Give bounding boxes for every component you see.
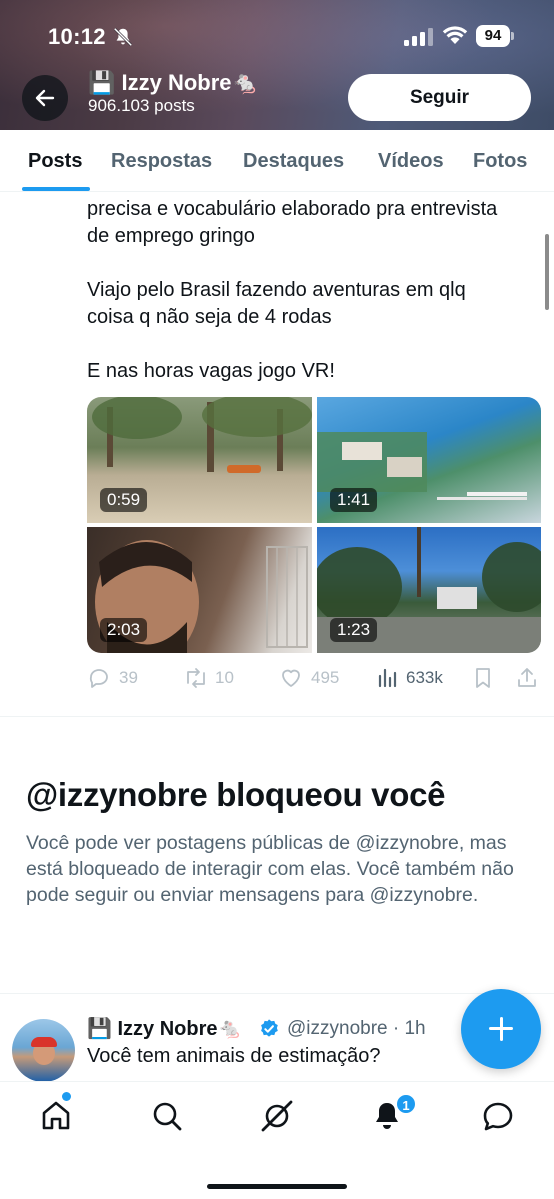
home-icon[interactable] — [38, 1098, 74, 1134]
tab-highlights[interactable]: Destaques — [243, 150, 344, 173]
profile-tabs: Posts Respostas Destaques Vídeos Fotos — [0, 130, 554, 192]
divider — [0, 716, 554, 717]
tab-replies[interactable]: Respostas — [111, 150, 212, 173]
blocked-description: Você pode ver postagens públicas de @izz… — [26, 832, 514, 906]
grok-icon[interactable] — [259, 1098, 295, 1134]
video-thumbnail[interactable]: 1:23 — [317, 527, 541, 653]
post-text-line: Viajo pelo Brasil fazendo aventuras em q… — [87, 279, 466, 301]
search-icon[interactable] — [149, 1098, 185, 1134]
profile-name: 💾 Izzy Nobre🐁 — [88, 70, 259, 95]
like-count: 495 — [311, 668, 340, 687]
video-duration: 1:23 — [330, 618, 378, 642]
scrollbar[interactable] — [545, 234, 549, 310]
video-thumbnail[interactable]: 1:41 — [317, 397, 541, 523]
video-duration: 0:59 — [100, 488, 148, 512]
video-duration: 1:41 — [330, 488, 378, 512]
video-thumbnail[interactable]: 0:59 — [87, 397, 312, 523]
reply-count: 39 — [119, 668, 138, 687]
like-button[interactable]: 495 — [279, 662, 349, 694]
home-indicator — [207, 1184, 347, 1189]
verified-icon — [261, 1019, 278, 1037]
post-media-grid: 0:59 1:41 2:03 1:23 — [87, 397, 541, 653]
status-time: 10:12 — [48, 24, 106, 49]
repost-icon — [187, 668, 205, 688]
tab-photos[interactable]: Fotos — [473, 150, 527, 173]
back-arrow-icon — [35, 89, 55, 107]
notifications-badge: 1 — [395, 1093, 417, 1115]
post-text-line: coisa q não seja de 4 rodas — [87, 306, 332, 328]
bookmark-button[interactable] — [471, 662, 495, 694]
post-text-line: de emprego gringo — [87, 225, 255, 247]
bottom-nav — [0, 1081, 554, 1199]
bookmark-icon — [476, 668, 490, 688]
next-post-handle[interactable]: @izzynobre · 1h — [287, 1018, 426, 1040]
share-icon — [518, 668, 536, 687]
active-tab-indicator — [22, 187, 90, 191]
tab-posts[interactable]: Posts — [28, 150, 82, 173]
profile-posts-count: 906.103 posts — [88, 96, 195, 115]
reply-button[interactable]: 39 — [87, 662, 147, 694]
tab-videos[interactable]: Vídeos — [378, 150, 444, 173]
repost-count: 10 — [215, 668, 234, 687]
share-button[interactable] — [515, 662, 539, 694]
signal-icon — [404, 28, 433, 46]
views-icon — [378, 668, 397, 688]
post-text-line: E nas horas vagas jogo VR! — [87, 360, 335, 382]
video-thumbnail[interactable]: 2:03 — [87, 527, 312, 653]
home-unread-dot — [62, 1092, 71, 1101]
next-post-text: Você tem animais de estimação? — [87, 1045, 381, 1067]
follow-button[interactable]: Seguir — [348, 74, 531, 121]
battery-level: 94 — [476, 25, 510, 47]
video-duration: 2:03 — [100, 618, 148, 642]
bell-off-icon — [113, 27, 133, 47]
views-count: 633k — [406, 668, 443, 687]
blocked-title: @izzynobre bloqueou você — [26, 776, 446, 813]
reply-icon — [89, 669, 108, 688]
compose-button[interactable] — [461, 989, 541, 1069]
status-bar: 10:12 94 — [0, 0, 554, 72]
views-button[interactable]: 633k — [376, 662, 456, 694]
avatar[interactable] — [12, 1019, 75, 1082]
messages-icon[interactable] — [480, 1098, 516, 1134]
back-button[interactable] — [22, 75, 68, 121]
post-text-line: precisa e vocabulário elaborado pra entr… — [87, 198, 498, 220]
wifi-icon — [442, 26, 468, 44]
next-post-author-name[interactable]: 💾 Izzy Nobre🐁 — [87, 1016, 242, 1041]
like-icon — [282, 669, 300, 687]
post-actions: 39 10 495 633k — [87, 662, 547, 694]
divider — [0, 993, 554, 994]
battery-icon: 94 — [476, 25, 516, 47]
repost-button[interactable]: 10 — [183, 662, 243, 694]
